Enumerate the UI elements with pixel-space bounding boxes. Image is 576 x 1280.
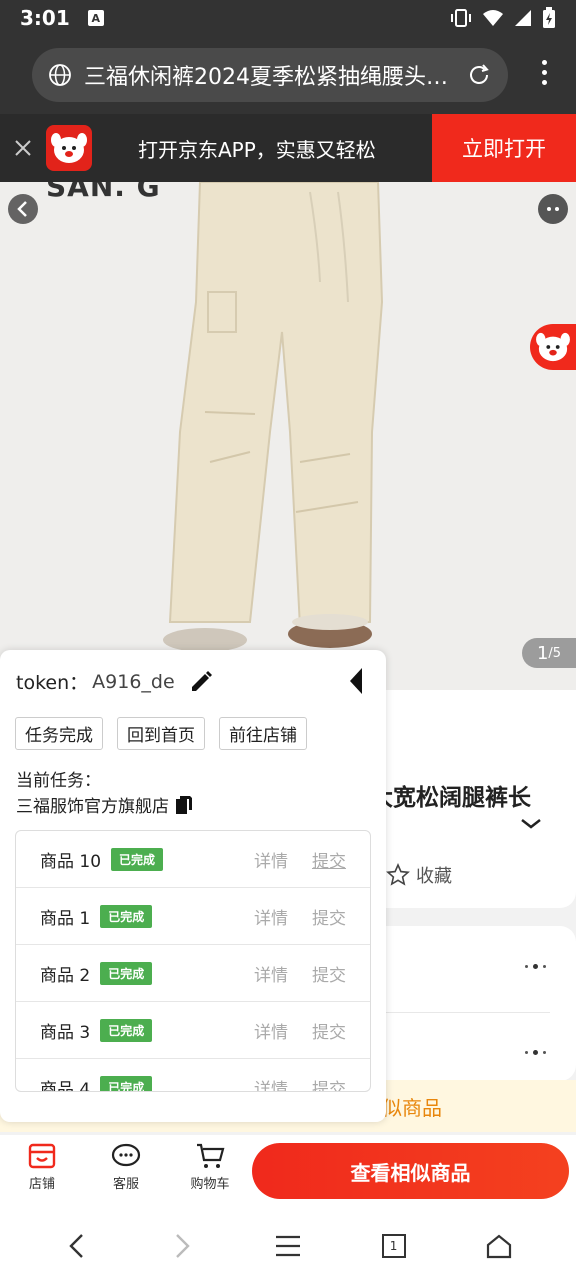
open-app-banner: 打开京东APP，实惠又轻松 立即打开 <box>0 114 576 182</box>
status-badge: 已完成 <box>111 847 164 871</box>
customer-service-icon <box>111 1143 141 1167</box>
task-row: 商品 4 已完成 详情 提交 <box>16 1059 370 1092</box>
token-row: token： A916_de <box>16 668 213 695</box>
nav-back-icon[interactable] <box>52 1221 102 1271</box>
task-complete-button[interactable]: 任务完成 <box>15 717 103 750</box>
current-shop: 三福服饰官方旗舰店 <box>16 792 193 817</box>
edit-token-icon[interactable] <box>189 670 213 694</box>
task-panel: token： A916_de 任务完成 回到首页 前往店铺 当前任务： 三福服饰… <box>0 650 386 1122</box>
status-icons <box>450 7 556 29</box>
service-label: 客服 <box>112 1177 139 1192</box>
product-title: 大宽松阔腿裤长 <box>370 785 531 811</box>
shop-name: 三福服饰官方旗舰店 <box>16 797 169 817</box>
favorite-label: 收藏 <box>416 866 452 887</box>
clock: 3:01 <box>20 6 70 30</box>
image-counter-current: 1 <box>536 642 549 664</box>
more-icon[interactable] <box>538 194 568 224</box>
option-more-icon[interactable] <box>525 1050 546 1055</box>
favorite-button[interactable]: 收藏 <box>386 862 452 888</box>
status-bar: 3:01 A <box>0 0 576 36</box>
status-badge: 已完成 <box>100 961 153 985</box>
notification-a-icon: A <box>87 10 104 26</box>
similar-bar-text: 似商品 <box>382 1096 442 1120</box>
banner-text: 打开京东APP，实惠又轻松 <box>138 137 376 162</box>
brand-logo-text: SAN. G <box>46 182 161 203</box>
signal-icon <box>515 10 531 26</box>
expand-chevron-icon[interactable] <box>520 818 542 830</box>
task-row: 商品 2 已完成 详情 提交 <box>16 945 370 1002</box>
nav-menu-icon[interactable] <box>263 1221 313 1271</box>
nav-home-icon[interactable] <box>474 1221 524 1271</box>
copy-icon[interactable] <box>175 795 193 815</box>
globe-icon <box>49 64 71 86</box>
submit-link[interactable]: 提交 <box>312 1018 346 1043</box>
panel-actions: 任务完成 回到首页 前往店铺 <box>15 717 307 750</box>
status-badge: 已完成 <box>100 1018 153 1042</box>
close-banner-icon[interactable] <box>0 139 46 157</box>
task-row: 商品 10 已完成 详情 提交 <box>16 831 370 888</box>
status-badge: 已完成 <box>100 1075 153 1091</box>
browser-toolbar: 三福休闲裤2024夏季松紧抽绳腰头… <box>0 36 576 114</box>
task-row: 商品 1 已完成 详情 提交 <box>16 888 370 945</box>
back-icon[interactable] <box>8 194 38 224</box>
go-to-shop-button[interactable]: 前往店铺 <box>219 717 307 750</box>
star-icon <box>386 863 410 886</box>
task-name: 商品 1 <box>40 908 91 929</box>
token-label: token： <box>16 672 89 694</box>
task-name: 商品 4 <box>40 1079 91 1092</box>
browser-menu-icon[interactable] <box>540 60 548 85</box>
reload-icon[interactable] <box>466 62 492 88</box>
service-button[interactable]: 客服 <box>96 1139 156 1192</box>
browser-nav-bar: 1 <box>0 1211 576 1280</box>
image-counter-total: /5 <box>548 645 562 661</box>
detail-link[interactable]: 详情 <box>254 847 288 872</box>
bottom-action-bar: 店铺 客服 购物车 查看相似商品 <box>0 1135 576 1211</box>
product-image[interactable]: SAN. G 1/5 <box>0 182 576 690</box>
jd-logo-icon <box>46 125 92 171</box>
shop-button[interactable]: 店铺 <box>12 1139 72 1192</box>
task-list[interactable]: 商品 10 已完成 详情 提交 商品 1 已完成 详情 提交 商品 2 已完成 … <box>15 830 371 1092</box>
collapse-panel-icon[interactable] <box>346 666 366 696</box>
cart-icon <box>197 1143 225 1168</box>
divider <box>386 1012 550 1013</box>
detail-link[interactable]: 详情 <box>254 904 288 929</box>
tab-count: 1 <box>381 1233 406 1258</box>
submit-link[interactable]: 提交 <box>312 847 346 872</box>
task-row: 商品 3 已完成 详情 提交 <box>16 1002 370 1059</box>
cart-button[interactable]: 购物车 <box>180 1139 240 1192</box>
back-home-button[interactable]: 回到首页 <box>117 717 205 750</box>
submit-link[interactable]: 提交 <box>312 1075 346 1092</box>
url-text: 三福休闲裤2024夏季松紧抽绳腰头… <box>84 65 448 90</box>
token-value: A916_de <box>92 670 175 693</box>
wifi-icon <box>483 10 503 26</box>
image-counter: 1/5 <box>522 638 576 668</box>
battery-icon <box>543 7 555 28</box>
task-name: 商品 10 <box>40 851 102 872</box>
current-task-label: 当前任务： <box>16 771 101 791</box>
submit-link[interactable]: 提交 <box>312 961 346 986</box>
open-app-button[interactable]: 立即打开 <box>432 114 576 182</box>
task-name: 商品 3 <box>40 1022 91 1043</box>
nav-forward-icon[interactable] <box>157 1221 207 1271</box>
shop-label: 店铺 <box>28 1177 55 1192</box>
pants-photo <box>0 182 576 690</box>
vibrate-icon <box>451 9 471 27</box>
address-bar[interactable]: 三福休闲裤2024夏季松紧抽绳腰头… <box>32 48 508 102</box>
tabs-button[interactable]: 1 <box>369 1221 419 1271</box>
view-similar-button[interactable]: 查看相似商品 <box>252 1143 569 1199</box>
shop-icon <box>28 1143 56 1169</box>
option-more-icon[interactable] <box>525 964 546 969</box>
submit-link[interactable]: 提交 <box>312 904 346 929</box>
status-badge: 已完成 <box>100 904 153 928</box>
jd-float-icon[interactable] <box>530 324 576 370</box>
detail-link[interactable]: 详情 <box>254 961 288 986</box>
task-name: 商品 2 <box>40 965 91 986</box>
detail-link[interactable]: 详情 <box>254 1018 288 1043</box>
cart-label: 购物车 <box>190 1177 230 1192</box>
detail-link[interactable]: 详情 <box>254 1075 288 1092</box>
